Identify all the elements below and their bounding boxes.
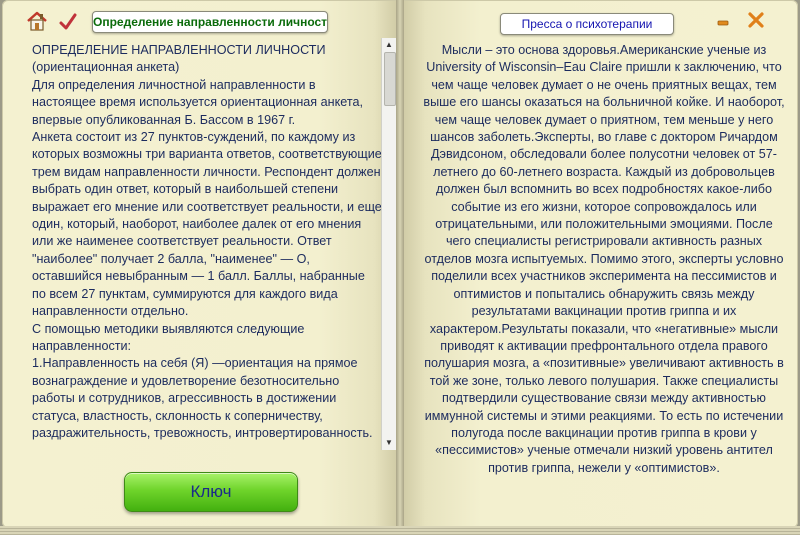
close-icon[interactable] xyxy=(747,11,765,29)
scroll-down-arrow-icon[interactable]: ▼ xyxy=(382,436,396,450)
key-button[interactable]: Ключ xyxy=(124,472,298,512)
tab-test-title[interactable]: Определение направленности личности xyxy=(92,11,328,33)
scroll-thumb[interactable] xyxy=(384,52,396,106)
tab-press-psychotherapy[interactable]: Пресса о психотерапии xyxy=(500,13,674,35)
book-spine xyxy=(396,0,404,530)
press-article-text: Мысли – это основа здоровья.Американские… xyxy=(423,43,785,475)
page-edges xyxy=(0,526,800,535)
home-icon[interactable] xyxy=(26,10,48,32)
checkmark-icon[interactable] xyxy=(58,12,78,32)
test-description-text: ОПРЕДЕЛЕНИЕ НАПРАВЛЕННОСТИ ЛИЧНОСТИ (ори… xyxy=(32,43,382,440)
minimize-icon[interactable] xyxy=(716,14,730,28)
left-scrollbar[interactable]: ▲ ▼ xyxy=(381,38,396,450)
book: Определение направленности личности Прес… xyxy=(0,0,800,535)
scroll-up-arrow-icon[interactable]: ▲ xyxy=(382,38,396,52)
